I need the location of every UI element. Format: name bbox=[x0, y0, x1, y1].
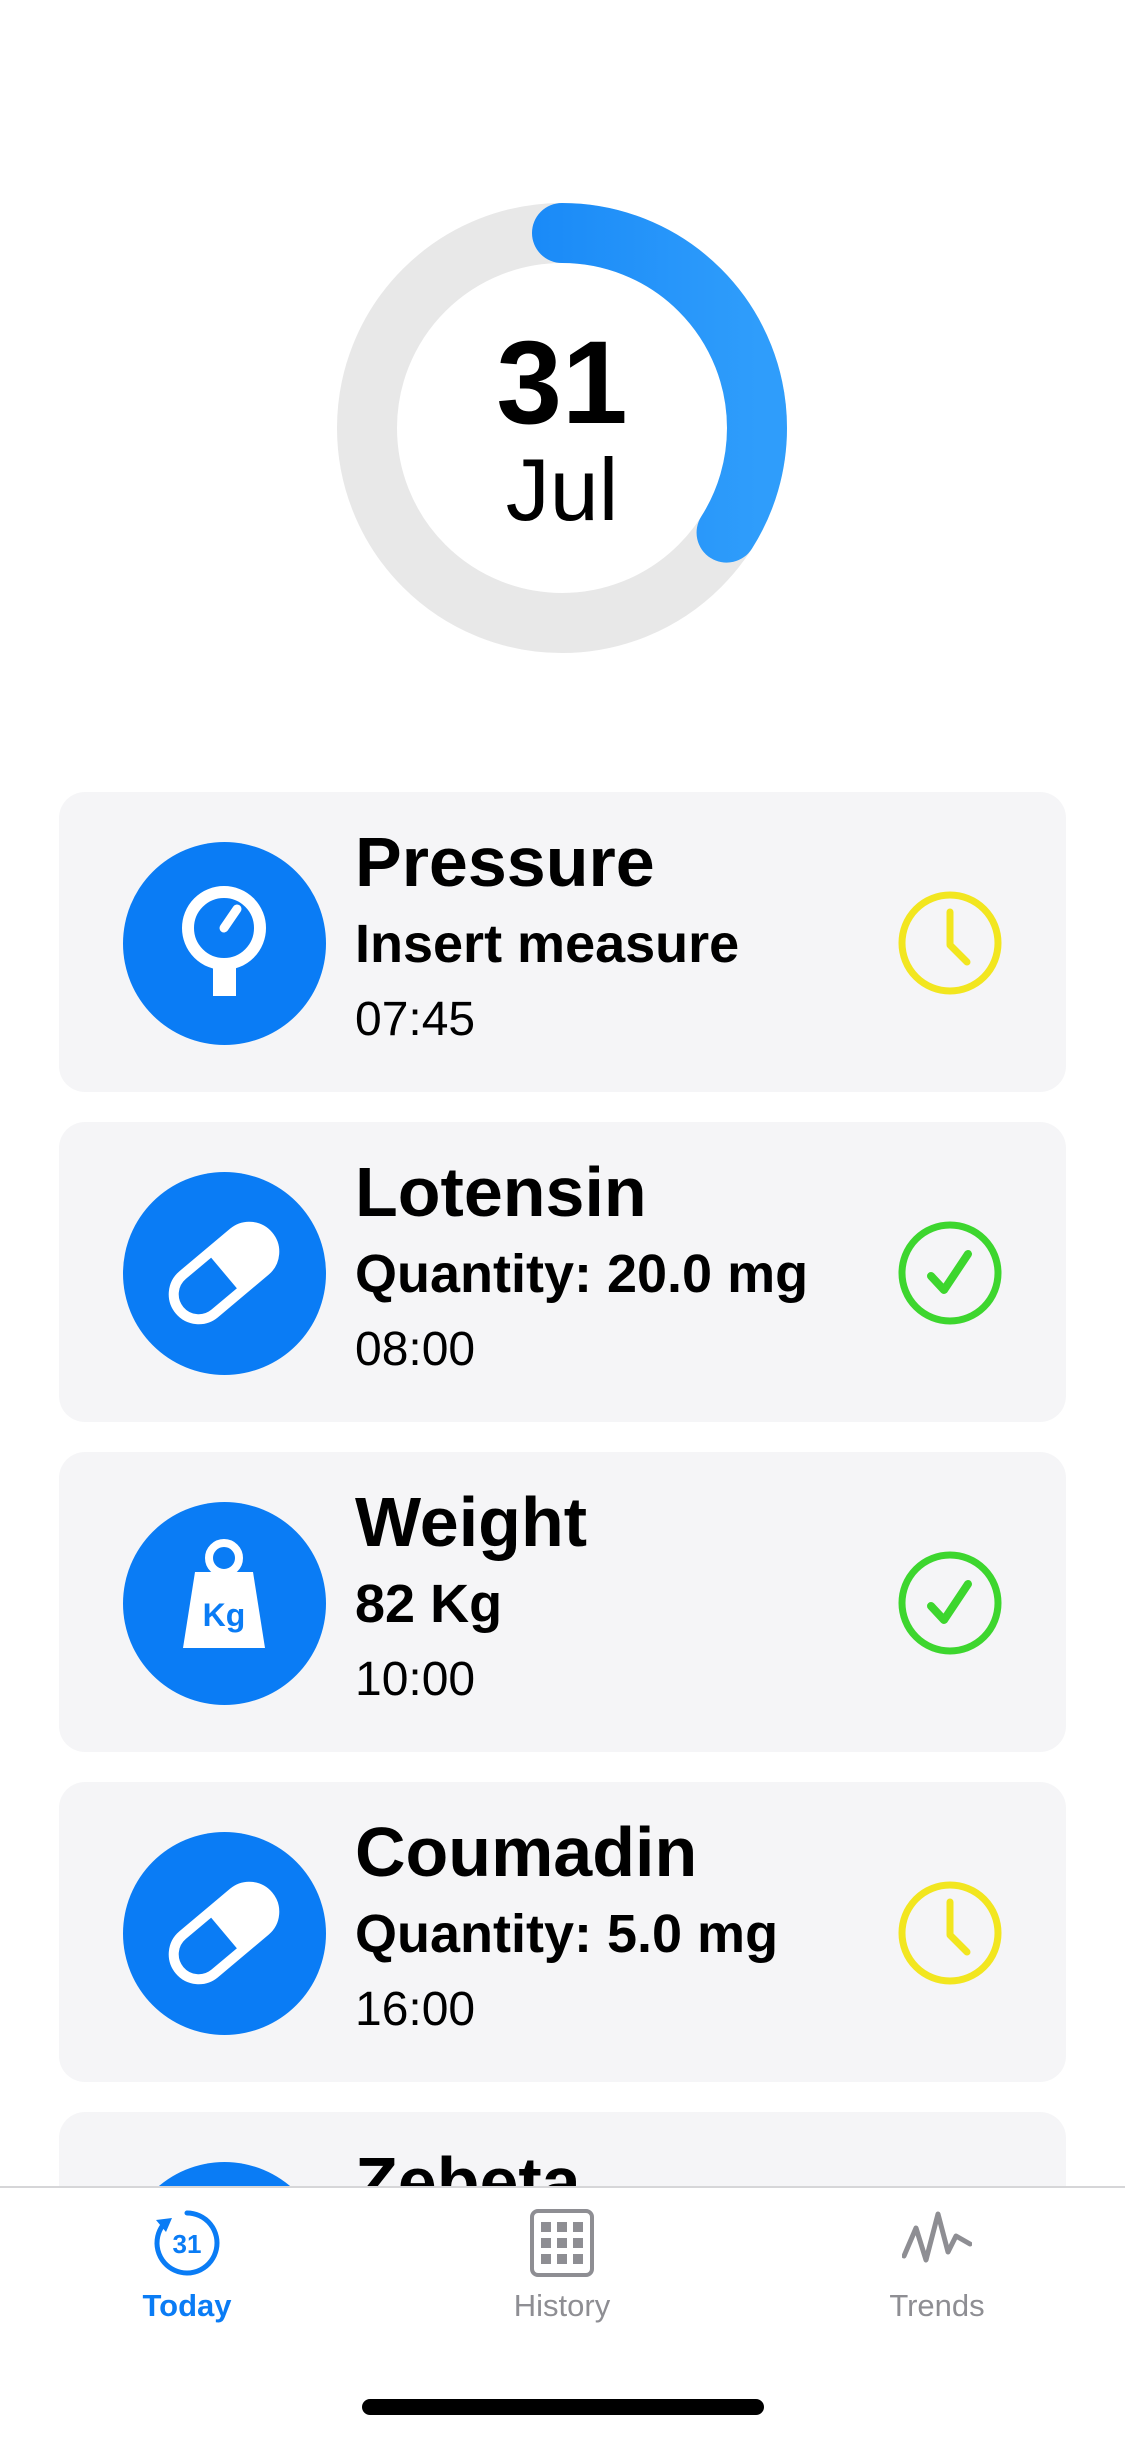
calendar-today-icon: 31 bbox=[152, 2208, 222, 2278]
entry-time: 07:45 bbox=[355, 993, 476, 1046]
pill-icon bbox=[123, 2162, 326, 2186]
checkmark-icon[interactable] bbox=[897, 1550, 1003, 1656]
tab-today[interactable]: 31 Today bbox=[57, 2208, 317, 2348]
date-month: Jul bbox=[505, 440, 619, 539]
entry-card-lotensin[interactable]: Lotensin Quantity: 20.0 mg 08:00 bbox=[59, 1122, 1066, 1422]
entry-title: Lotensin bbox=[355, 1153, 647, 1231]
home-indicator[interactable] bbox=[362, 2399, 764, 2415]
date-day: 31 bbox=[496, 317, 628, 449]
gauge-icon bbox=[123, 842, 326, 1045]
clock-icon[interactable] bbox=[897, 890, 1003, 996]
today-scroll-area[interactable]: 31 Jul Pressure Insert measure 07:45 Lot… bbox=[0, 0, 1125, 2186]
tab-label: Trends bbox=[889, 2288, 985, 2323]
entry-time: 16:00 bbox=[355, 1983, 476, 2036]
entry-card-zebeta[interactable]: Zebeta bbox=[59, 2112, 1066, 2186]
tab-label: Today bbox=[142, 2288, 232, 2323]
today-icon-number: 31 bbox=[173, 2229, 202, 2259]
entry-title: Pressure bbox=[355, 823, 655, 901]
tab-bar: 31 Today History Trends bbox=[0, 2186, 1125, 2438]
weight-icon: Kg bbox=[123, 1502, 326, 1705]
pill-icon bbox=[123, 1832, 326, 2035]
entry-card-coumadin[interactable]: Coumadin Quantity: 5.0 mg 16:00 bbox=[59, 1782, 1066, 2082]
entry-title: Weight bbox=[355, 1483, 588, 1561]
entry-card-pressure[interactable]: Pressure Insert measure 07:45 bbox=[59, 792, 1066, 1092]
entry-detail: Insert measure bbox=[355, 914, 740, 974]
entry-title: Coumadin bbox=[355, 1813, 698, 1891]
entry-title: Zebeta bbox=[355, 2143, 581, 2186]
entry-time: 08:00 bbox=[355, 1323, 476, 1376]
clock-icon[interactable] bbox=[897, 1880, 1003, 1986]
tab-history[interactable]: History bbox=[432, 2208, 692, 2348]
entry-detail: Quantity: 20.0 mg bbox=[355, 1244, 809, 1304]
entry-card-weight[interactable]: Kg Weight 82 Kg 10:00 bbox=[59, 1452, 1066, 1752]
tab-label: History bbox=[513, 2288, 611, 2323]
checkmark-icon[interactable] bbox=[897, 1220, 1003, 1326]
weight-icon-label: Kg bbox=[203, 1597, 246, 1633]
entry-detail: Quantity: 5.0 mg bbox=[355, 1904, 779, 1964]
trend-line-icon bbox=[902, 2208, 972, 2278]
entry-detail: 82 Kg bbox=[355, 1574, 503, 1634]
tab-trends[interactable]: Trends bbox=[807, 2208, 1067, 2348]
entry-time: 10:00 bbox=[355, 1653, 476, 1706]
grid-calendar-icon bbox=[527, 2208, 597, 2278]
pill-icon bbox=[123, 1172, 326, 1375]
